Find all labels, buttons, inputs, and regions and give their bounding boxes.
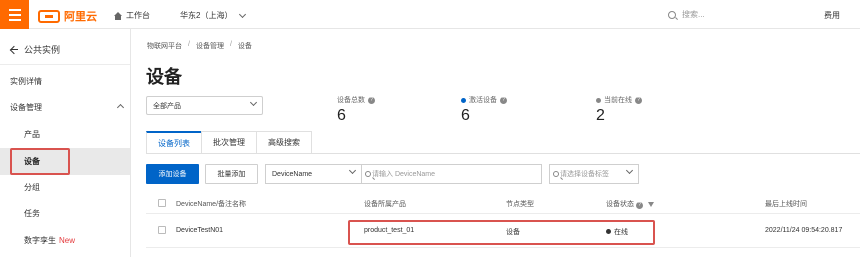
breadcrumb-separator: /	[188, 41, 190, 48]
stat-online-devices: 当前在线? 2	[596, 95, 642, 125]
tab-advanced-search[interactable]: 高级搜索	[256, 131, 312, 153]
sidebar: 公共实例 实例详情 设备管理 产品 设备 分组 任务 数字孪生 New	[0, 29, 131, 257]
sidebar-item-tasks[interactable]: 任务	[24, 208, 40, 219]
column-last-online: 最后上线时间	[765, 201, 807, 208]
breadcrumb-devices: 设备	[237, 43, 252, 50]
stat-activated-value: 6	[461, 107, 470, 124]
main-content: 物联网平台 / 设备管理 / 设备 设备 全部产品 设备总数? 6 激活设备? …	[131, 29, 860, 257]
cell-device-name[interactable]: DeviceTestN01	[176, 227, 223, 234]
stat-total-value: 6	[337, 107, 346, 124]
search-field-select[interactable]: DeviceName	[265, 164, 362, 184]
product-select[interactable]: 全部产品	[146, 96, 263, 115]
chevron-down-icon	[348, 166, 357, 175]
chevron-down-icon	[239, 10, 247, 18]
tab-device-list[interactable]: 设备列表	[146, 131, 202, 153]
search-icon	[553, 171, 559, 177]
aliyun-logo[interactable]: 阿里云	[38, 8, 97, 24]
add-device-button[interactable]: 添加设备	[146, 164, 199, 184]
search-field-value: DeviceName	[272, 170, 313, 178]
column-node-type: 节点类型	[506, 201, 534, 208]
product-select-value: 全部产品	[153, 102, 181, 110]
digital-twin-label: 数字孪生	[24, 236, 56, 245]
search-icon	[668, 10, 676, 19]
back-to-public-instance[interactable]: 公共实例	[10, 43, 60, 56]
stat-online-value: 2	[596, 107, 605, 124]
column-status-label: 设备状态	[606, 201, 634, 208]
fee-link[interactable]: 费用	[824, 10, 840, 21]
tabs-divider	[146, 153, 860, 154]
select-all-checkbox[interactable]	[158, 199, 166, 207]
region-label: 华东2（上海）	[180, 11, 233, 20]
devices-highlight-box	[10, 148, 70, 175]
cell-last-online: 2022/11/24 09:54:20.817	[765, 227, 843, 234]
arrow-left-icon	[10, 46, 18, 54]
column-device-name: DeviceName/备注名称	[176, 201, 247, 208]
chevron-down-icon	[249, 98, 258, 107]
stat-activated-devices: 激活设备? 6	[461, 95, 507, 125]
hamburger-menu-icon[interactable]	[0, 0, 29, 29]
workbench-label: 工作台	[126, 11, 150, 20]
home-icon	[114, 11, 122, 20]
column-product: 设备所属产品	[364, 201, 406, 208]
help-icon[interactable]: ?	[368, 96, 375, 104]
sidebar-item-digital-twin[interactable]: 数字孪生 New	[24, 235, 75, 246]
workbench-link[interactable]: 工作台	[114, 10, 150, 21]
back-label: 公共实例	[24, 45, 61, 55]
online-dot-icon	[596, 97, 601, 103]
page-title: 设备	[146, 67, 182, 87]
batch-add-button[interactable]: 批量添加	[205, 164, 258, 184]
search-icon	[365, 171, 371, 177]
top-bar: 阿里云 工作台 华东2（上海） 搜索... 费用	[0, 0, 860, 29]
tabs: 设备列表 批次管理 高级搜索	[146, 131, 312, 153]
new-badge: New	[59, 236, 76, 245]
filter-icon[interactable]	[647, 201, 654, 207]
help-icon[interactable]: ?	[635, 96, 642, 104]
sidebar-item-groups[interactable]: 分组	[24, 182, 40, 193]
column-status: 设备状态 ?	[606, 199, 654, 209]
help-icon[interactable]: ?	[635, 202, 643, 209]
global-search-placeholder: 搜索...	[682, 10, 705, 19]
chevron-down-icon	[625, 166, 634, 175]
device-tag-select[interactable]: 请选择设备标签	[549, 164, 639, 184]
breadcrumb-separator: /	[229, 41, 232, 48]
table-header: DeviceName/备注名称 设备所属产品 节点类型 设备状态 ? 最后上线时…	[146, 192, 860, 214]
aliyun-logo-icon	[38, 9, 60, 23]
breadcrumb-device-management[interactable]: 设备管理	[196, 41, 224, 51]
sidebar-item-products[interactable]: 产品	[24, 129, 40, 140]
stat-online-label: 当前在线	[604, 97, 632, 104]
stat-total-label: 设备总数	[337, 97, 365, 104]
sidebar-item-instance-details[interactable]: 实例详情	[10, 76, 42, 87]
stat-activated-label: 激活设备	[469, 97, 497, 104]
tab-batch-management[interactable]: 批次管理	[201, 131, 257, 153]
row-highlight-box	[348, 220, 655, 245]
global-search-input[interactable]: 搜索...	[668, 6, 818, 23]
stat-total-devices: 设备总数? 6	[337, 95, 375, 125]
sidebar-item-device-management[interactable]: 设备管理	[10, 102, 42, 113]
device-search-placeholder: 请输入 DeviceName	[372, 171, 436, 178]
help-icon[interactable]: ?	[500, 96, 507, 104]
chevron-up-icon[interactable]	[116, 103, 125, 112]
breadcrumb: 物联网平台 / 设备管理 / 设备	[147, 41, 252, 51]
device-search-input[interactable]: 请输入 DeviceName	[362, 164, 542, 184]
breadcrumb-iot-platform[interactable]: 物联网平台	[147, 41, 182, 51]
activated-dot-icon	[461, 97, 466, 103]
sidebar-divider	[0, 64, 130, 65]
region-selector[interactable]: 华东2（上海）	[180, 10, 247, 21]
device-tag-placeholder: 请选择设备标签	[560, 171, 609, 178]
row-checkbox[interactable]	[158, 226, 166, 234]
logo-text: 阿里云	[64, 11, 97, 23]
